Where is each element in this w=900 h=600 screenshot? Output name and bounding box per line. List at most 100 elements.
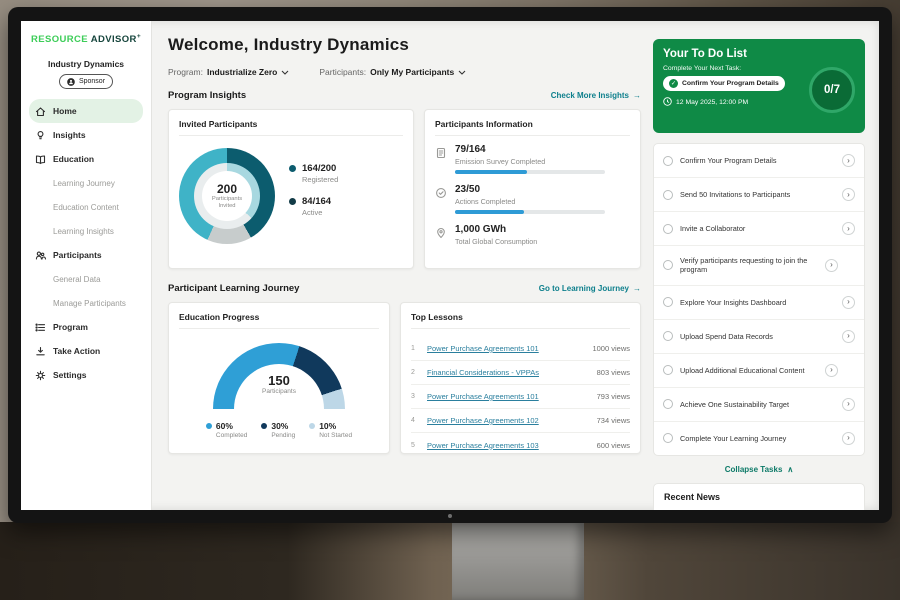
task-row-confirm-program[interactable]: Confirm Your Program Details › [654,144,864,178]
survey-icon [435,144,447,164]
lesson-link[interactable]: Financial Considerations - VPPAs [427,368,589,377]
sidebar-item-label: Education [53,154,94,164]
sidebar-item-learning-insights[interactable]: Learning Insights [29,219,143,243]
list-icon [35,322,46,333]
task-checkbox[interactable] [663,433,673,443]
chevron-right-icon[interactable]: › [842,154,855,167]
lesson-link[interactable]: Power Purchase Agreements 102 [427,416,589,425]
lesson-link[interactable]: Power Purchase Agreements 101 [427,392,589,401]
pending-dot-icon [261,423,267,429]
sidebar-item-label: Insights [53,130,86,140]
sidebar-item-learning-journey[interactable]: Learning Journey [29,171,143,195]
chevron-right-icon[interactable]: › [842,330,855,343]
sidebar-nav: Home Insights Education Learning Journey… [21,99,151,387]
sidebar-item-education-content[interactable]: Education Content [29,195,143,219]
section-title: Participant Learning Journey [168,283,299,294]
invited-donut-chart: 200 Participants Invited [179,148,275,244]
gauge-center-value: 150 [213,373,345,388]
app-logo: RESOURCE ADVISOR+ [21,33,151,45]
card-title: Invited Participants [179,119,403,136]
todo-panel: Your To Do List Complete Your Next Task:… [653,21,879,510]
task-checkbox[interactable] [663,399,673,409]
legend-active: 84/164 Active [289,196,338,217]
survey-progress-bar [455,170,605,174]
check-more-insights-link[interactable]: Check More Insights → [551,91,641,100]
task-row-achieve-target[interactable]: Achieve One Sustainability Target › [654,388,864,422]
chevron-right-icon[interactable]: › [825,364,838,377]
chevron-right-icon[interactable]: › [842,432,855,445]
participants-information-card: Participants Information 79/164 Emission… [424,109,641,269]
task-checkbox[interactable] [663,224,673,234]
education-progress-card: Education Progress 150 Participants [168,302,390,454]
registered-dot-icon [289,165,296,172]
participants-label: Participants: [319,67,366,77]
lesson-link[interactable]: Power Purchase Agreements 103 [427,441,589,450]
task-row-explore-insights[interactable]: Explore Your Insights Dashboard › [654,286,864,320]
task-row-complete-learning-journey[interactable]: Complete Your Learning Journey › [654,422,864,455]
desk-surface [0,522,900,600]
lesson-row: 3 Power Purchase Agreements 101 793 view… [411,385,630,409]
sidebar-item-insights[interactable]: Insights [29,123,143,147]
chevron-right-icon[interactable]: › [842,188,855,201]
chevron-right-icon[interactable]: › [825,259,838,272]
home-icon [35,106,46,117]
legend-registered: 164/200 Registered [289,163,338,184]
account-name: Industry Dynamics [21,59,151,69]
go-to-learning-journey-link[interactable]: Go to Learning Journey → [539,284,641,293]
sidebar: RESOURCE ADVISOR+ Industry Dynamics Spon… [21,21,152,510]
sidebar-item-label: Settings [53,370,87,380]
task-row-verify-participants[interactable]: Verify participants requesting to join t… [654,246,864,286]
task-row-upload-educational-content[interactable]: Upload Additional Educational Content › [654,354,864,388]
sidebar-item-home[interactable]: Home [29,99,143,123]
collapse-tasks-link[interactable]: Collapse Tasks ∧ [653,465,865,474]
main-content: Welcome, Industry Dynamics Program: Indu… [152,21,653,510]
task-checkbox[interactable] [663,156,673,166]
sidebar-item-manage-participants[interactable]: Manage Participants [29,291,143,315]
donut-center-label: Participants Invited [207,196,247,210]
lesson-link[interactable]: Power Purchase Agreements 101 [427,344,584,353]
completed-dot-icon [206,423,212,429]
card-title: Education Progress [179,312,379,329]
card-title: Participants Information [435,119,630,136]
task-checkbox[interactable] [663,331,673,341]
book-icon [35,154,46,165]
sidebar-item-take-action[interactable]: Take Action [29,339,143,363]
task-row-upload-spend-data[interactable]: Upload Spend Data Records › [654,320,864,354]
program-dropdown[interactable]: Program: Industrialize Zero [168,67,289,77]
chevron-right-icon[interactable]: › [842,398,855,411]
chevron-right-icon[interactable]: › [842,222,855,235]
insights-cards-row: Invited Participants 200 Participants In… [168,109,641,269]
participants-value: Only My Participants [370,67,454,77]
arrow-right-icon: → [633,284,641,293]
donut-legend: 164/200 Registered 84/164 Active [289,163,338,229]
sidebar-item-label: Learning Journey [53,179,115,188]
sidebar-item-general-data[interactable]: General Data [29,267,143,291]
sidebar-item-participants[interactable]: Participants [29,243,143,267]
invited-participants-card: Invited Participants 200 Participants In… [168,109,414,269]
sponsor-badge[interactable]: Sponsor [59,74,113,89]
legend-completed: 60% Completed [206,421,247,439]
people-icon [35,250,46,261]
chevron-right-icon[interactable]: › [842,296,855,309]
participants-dropdown[interactable]: Participants: Only My Participants [319,67,466,77]
task-list: Confirm Your Program Details › Send 50 I… [653,143,865,456]
sponsor-badge-label: Sponsor [79,78,105,85]
next-task-pill[interactable]: ✓ Confirm Your Program Details [663,76,785,91]
sidebar-item-education[interactable]: Education [29,147,143,171]
task-checkbox[interactable] [663,365,673,375]
task-checkbox[interactable] [663,260,673,270]
sidebar-item-program[interactable]: Program [29,315,143,339]
sidebar-item-settings[interactable]: Settings [29,363,143,387]
lesson-row: 1 Power Purchase Agreements 101 1000 vie… [411,337,630,361]
todo-progress-count: 0/7 [809,67,855,113]
arrow-right-icon: → [633,91,641,100]
education-gauge-chart: 150 Participants [213,343,345,409]
task-row-send-invitations[interactable]: Send 50 Invitations to Participants › [654,178,864,212]
task-checkbox[interactable] [663,190,673,200]
legend-not-started: 10% Not Started [309,421,352,439]
task-checkbox[interactable] [663,297,673,307]
task-row-invite-collaborator[interactable]: Invite a Collaborator › [654,212,864,246]
program-value: Industrialize Zero [207,67,277,77]
info-row-survey: 79/164 Emission Survey Completed [435,144,630,174]
logo-resource: RESOURCE [31,34,88,45]
